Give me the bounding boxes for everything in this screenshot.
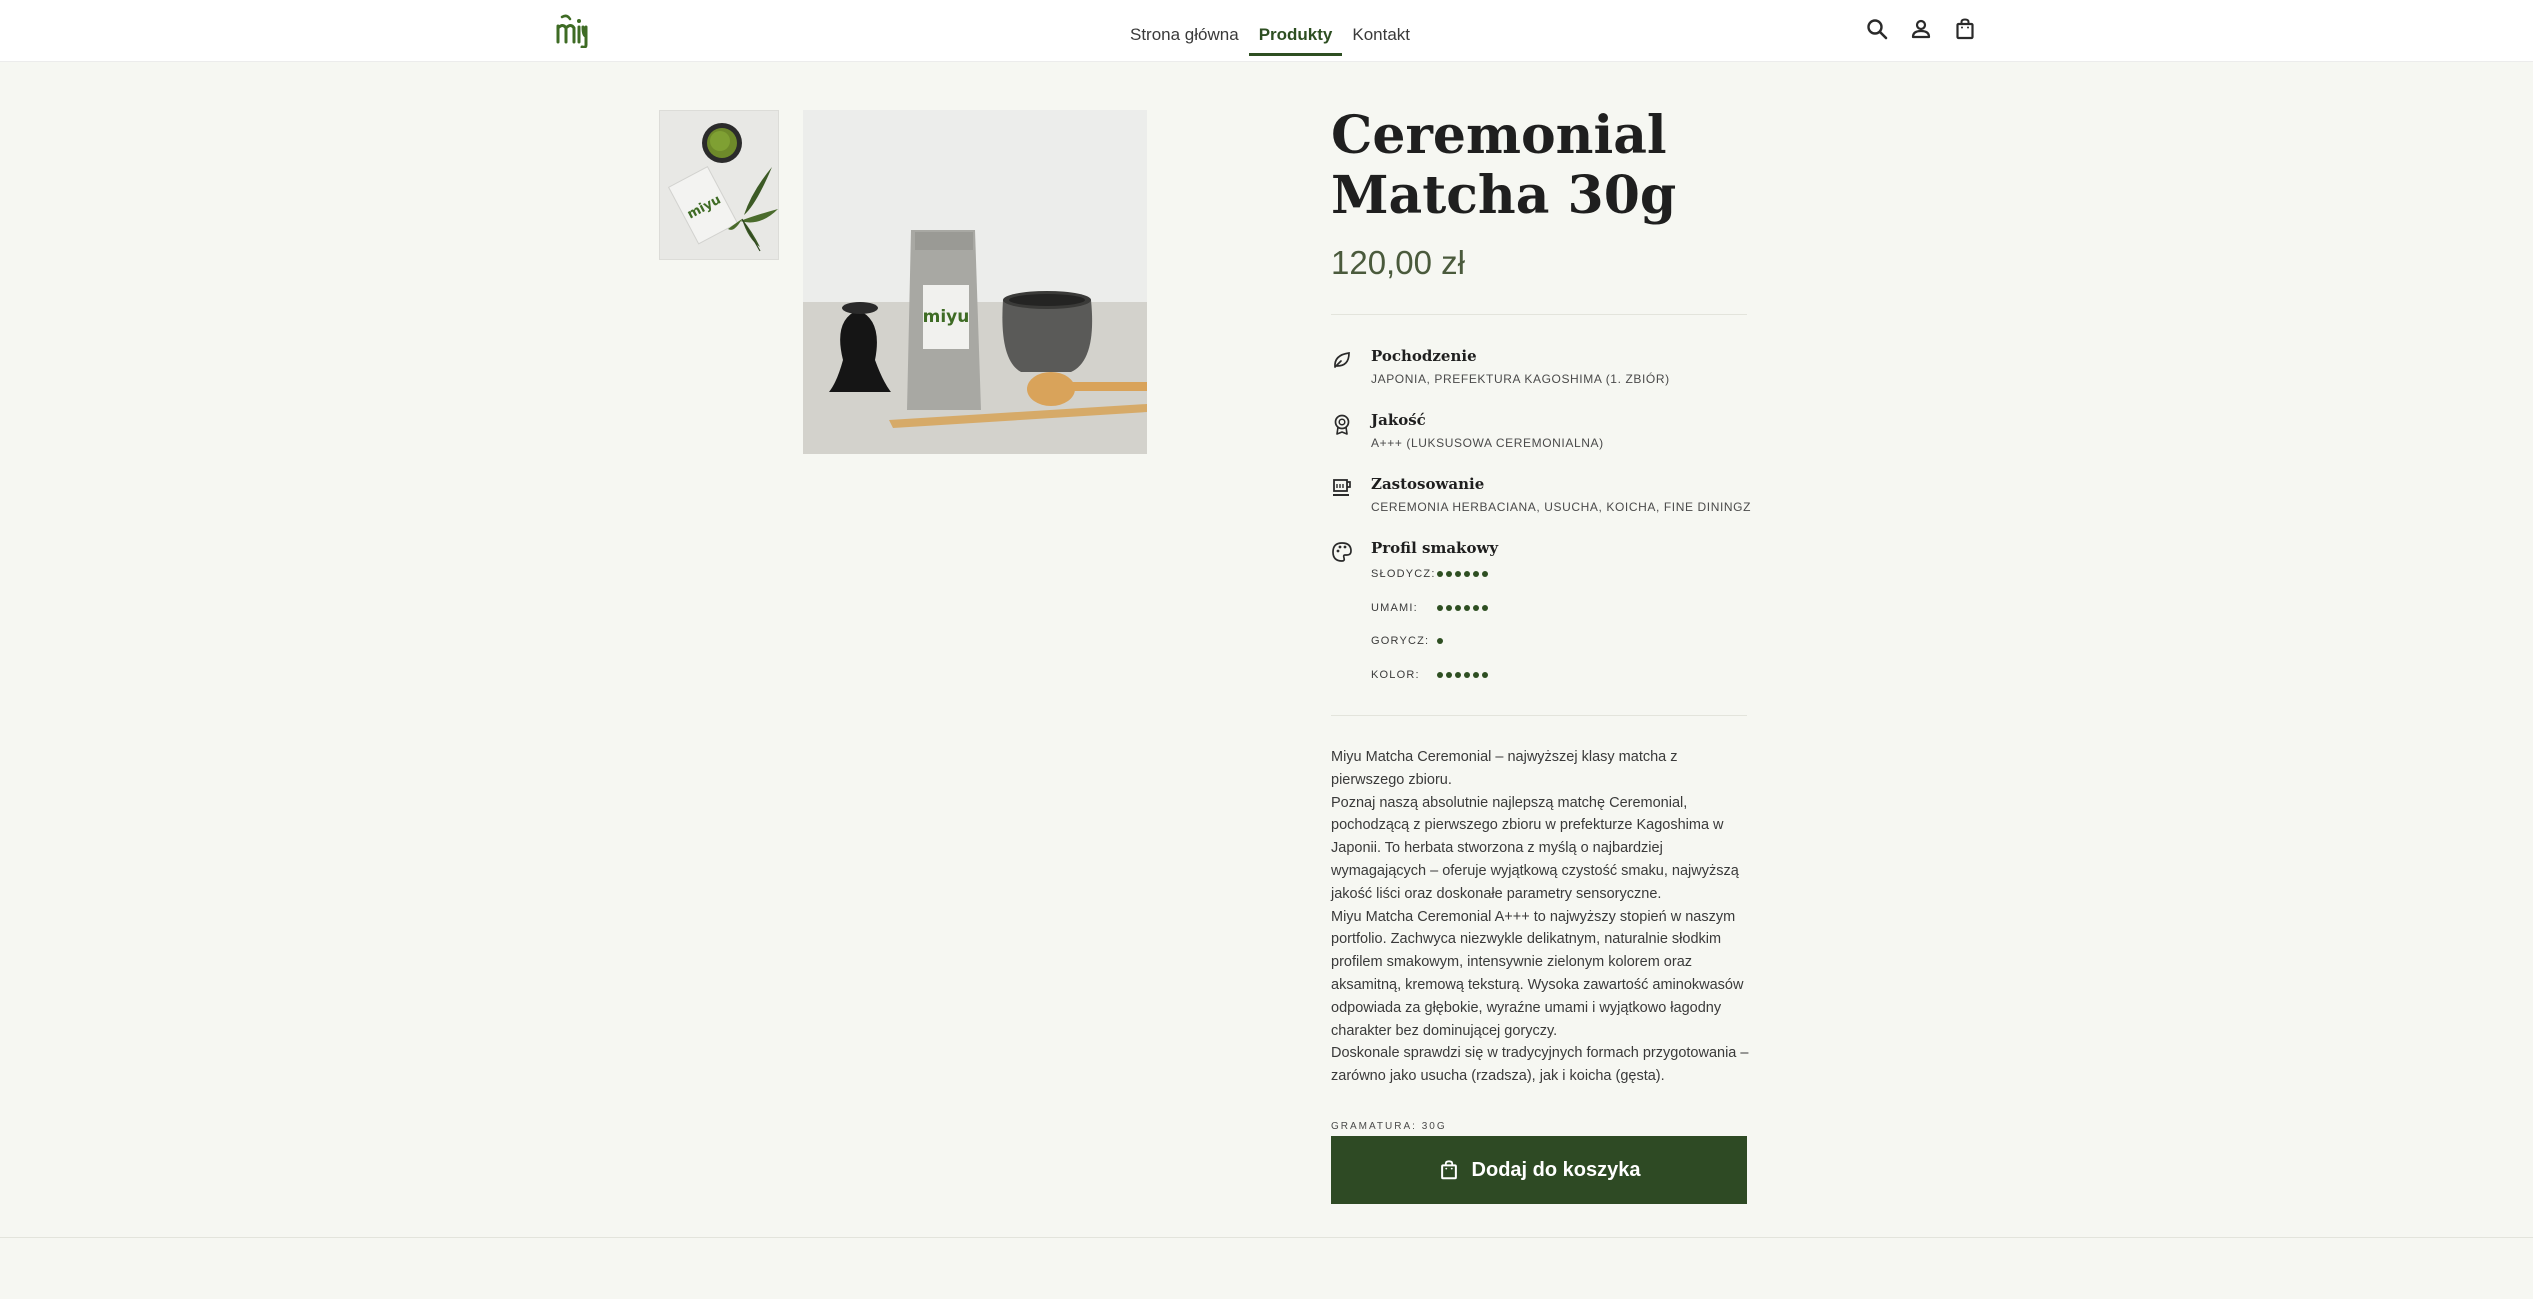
taste-dot (1437, 672, 1443, 678)
search-icon[interactable] (1862, 14, 1892, 44)
feature-value: CEREMONIA HERBACIANA, USUCHA, KOICHA, FI… (1371, 500, 1752, 514)
taste-dot (1437, 638, 1443, 644)
nav-link-home[interactable]: Strona główna (1120, 8, 1249, 54)
miyu-logo-icon (556, 14, 588, 48)
taste-dot (1437, 571, 1443, 577)
product-photo-main: miyu (803, 110, 1147, 454)
taste-dot (1455, 672, 1461, 678)
description-paragraph: Miyu Matcha Ceremonial – najwyższej klas… (1331, 749, 1678, 788)
taste-dot (1446, 605, 1452, 611)
description-paragraph: Poznaj naszą absolutnie najlepszą matchę… (1331, 794, 1739, 902)
main-nav: Strona główna Produkty Kontakt (1120, 0, 1420, 62)
palette-icon (1331, 541, 1353, 563)
description-paragraph: Miyu Matcha Ceremonial A+++ to najwyższy… (1331, 908, 1744, 1039)
nav-link-contact[interactable]: Kontakt (1342, 8, 1420, 54)
taste-level-dots (1437, 638, 1443, 644)
cart-icon[interactable] (1950, 14, 1980, 44)
taste-dot (1464, 605, 1470, 611)
taste-level-dots (1437, 605, 1488, 611)
taste-dot (1455, 571, 1461, 577)
taste-dot (1482, 605, 1488, 611)
taste-dot (1446, 571, 1452, 577)
leaf-icon (1331, 349, 1353, 371)
taste-dot (1473, 605, 1479, 611)
divider (1331, 314, 1747, 315)
add-to-cart-button[interactable]: Dodaj do koszyka (1331, 1136, 1747, 1204)
taste-level-dots (1437, 571, 1488, 577)
tea-cup-icon (1331, 477, 1353, 499)
account-icon[interactable] (1906, 14, 1936, 44)
taste-label: KOLOR: (1371, 669, 1420, 681)
feature-value: A+++ (LUKSUSOWA CEREMONIALNA) (1371, 436, 1604, 450)
taste-row-umami: UMAMI: (1371, 600, 1488, 616)
taste-dot (1473, 571, 1479, 577)
header-actions (1862, 14, 1980, 44)
add-to-cart-label: Dodaj do koszyka (1471, 1158, 1641, 1181)
taste-label: UMAMI: (1371, 602, 1418, 614)
svg-text:miyu: miyu (923, 307, 970, 327)
taste-dot (1446, 672, 1452, 678)
taste-row-color: KOLOR: (1371, 667, 1488, 683)
weight-label: GRAMATURA: 30G (1331, 1121, 1447, 1132)
top-navigation-bar: Strona główna Produkty Kontakt (0, 0, 2533, 62)
taste-dot (1437, 605, 1443, 611)
taste-label: GORYCZ: (1371, 635, 1430, 647)
product-description: Miyu Matcha Ceremonial – najwyższej klas… (1331, 746, 1751, 1088)
taste-dot (1482, 672, 1488, 678)
shopping-bag-icon (1440, 1160, 1457, 1180)
taste-dot (1464, 672, 1470, 678)
nav-link-products[interactable]: Produkty (1248, 8, 1343, 56)
description-paragraph: Doskonale sprawdzi się w tradycyjnych fo… (1331, 1045, 1749, 1085)
product-thumbnail[interactable]: miyu (659, 110, 779, 260)
footer-divider (0, 1237, 2533, 1238)
award-icon (1331, 413, 1353, 435)
feature-name: Pochodzenie (1371, 347, 1477, 365)
taste-dot (1455, 605, 1461, 611)
taste-dot (1482, 571, 1488, 577)
taste-row-bitterness: GORYCZ: (1371, 633, 1443, 649)
product-title: Ceremonial Matcha 30g (1331, 105, 1677, 226)
taste-level-dots (1437, 672, 1488, 678)
taste-label: SŁODYCZ: (1371, 568, 1436, 580)
feature-value: JAPONIA, PREFEKTURA KAGOSHIMA (1. ZBIÓR) (1371, 372, 1670, 386)
product-main-image[interactable]: miyu (803, 110, 1147, 454)
taste-dot (1473, 672, 1479, 678)
taste-profile-title: Profil smakowy (1371, 539, 1499, 557)
product-photo-thumbnail: miyu (660, 111, 778, 259)
divider (1331, 715, 1747, 716)
taste-row-sweetness: SŁODYCZ: (1371, 566, 1488, 582)
taste-dot (1464, 571, 1470, 577)
product-price: 120,00 zł (1331, 244, 1465, 281)
brand-logo[interactable] (555, 12, 589, 48)
feature-name: Zastosowanie (1371, 475, 1485, 493)
feature-name: Jakość (1371, 411, 1426, 429)
